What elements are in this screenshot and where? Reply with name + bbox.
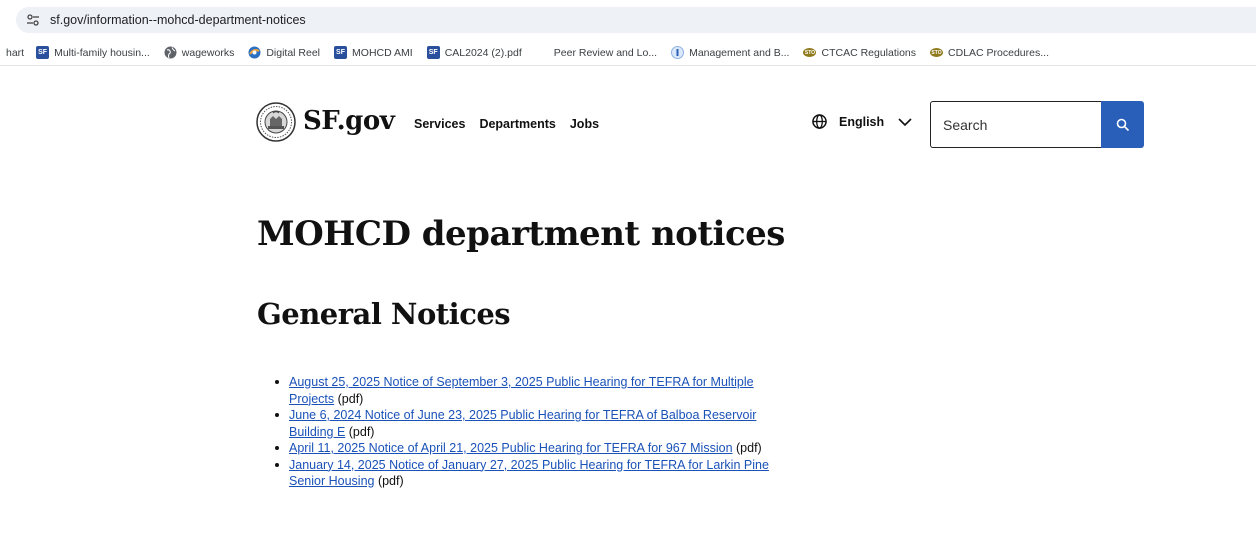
language-label: English: [839, 114, 885, 129]
bookmark-item[interactable]: SF MOHCD AMI: [334, 46, 413, 59]
search-icon: [1116, 118, 1129, 131]
url-omnibox[interactable]: sf.gov/information--mohcd-department-not…: [16, 7, 1256, 33]
language-selector[interactable]: English: [812, 114, 912, 129]
bookmark-label: Multi-family housin...: [54, 46, 150, 59]
bookmark-item[interactable]: Management and B...: [671, 46, 789, 59]
bullet-icon: [275, 446, 279, 450]
list-item: August 25, 2025 Notice of September 3, 2…: [273, 374, 773, 407]
globe-icon: [164, 46, 177, 59]
main-nav: Services Departments Jobs: [414, 117, 599, 131]
bookmark-label: CDLAC Procedures...: [948, 46, 1049, 59]
bullet-icon: [275, 413, 279, 417]
site-settings-icon[interactable]: [26, 13, 40, 27]
browser-address-bar: sf.gov/information--mohcd-department-not…: [0, 0, 1256, 36]
city-seal-icon[interactable]: [256, 102, 296, 142]
url-text[interactable]: sf.gov/information--mohcd-department-not…: [50, 13, 306, 27]
notices-list: August 25, 2025 Notice of September 3, 2…: [273, 374, 773, 490]
digital-reel-icon: [248, 46, 261, 59]
sto-icon: STO: [803, 48, 817, 57]
site-logo-text[interactable]: SF.gov: [303, 106, 395, 136]
bookmarks-bar: hart SF Multi-family housin... wageworks…: [0, 40, 1256, 66]
bookmark-label: Peer Review and Lo...: [553, 46, 658, 59]
chevron-down-icon: [898, 117, 912, 126]
file-type-label: (pdf): [345, 424, 375, 439]
bookmark-label: MOHCD AMI: [352, 46, 413, 59]
sto-icon: STO: [930, 48, 944, 57]
bookmark-item[interactable]: hart: [6, 47, 24, 59]
list-item: June 6, 2024 Notice of June 23, 2025 Pub…: [273, 407, 773, 440]
nav-departments[interactable]: Departments: [479, 117, 555, 131]
nav-services[interactable]: Services: [414, 117, 465, 131]
file-type-label: (pdf): [732, 441, 762, 455]
microsoft-icon: [536, 46, 549, 59]
bookmark-item[interactable]: wageworks: [164, 46, 235, 59]
list-item: January 14, 2025 Notice of January 27, 2…: [273, 457, 773, 490]
file-type-label: (pdf): [334, 391, 364, 406]
search-input[interactable]: [930, 101, 1101, 148]
bookmark-item[interactable]: Digital Reel: [248, 46, 320, 59]
bookmark-label: CTCAC Regulations: [821, 46, 917, 59]
nav-jobs[interactable]: Jobs: [570, 117, 599, 131]
bullet-icon: [275, 380, 279, 384]
globe-icon: [812, 114, 827, 129]
bookmark-item[interactable]: SF CAL2024 (2).pdf: [426, 46, 522, 59]
bookmark-item[interactable]: STO CDLAC Procedures...: [930, 47, 1049, 59]
bullet-icon: [275, 462, 279, 467]
bookmark-item[interactable]: STO CTCAC Regulations: [803, 47, 916, 59]
section-title: General Notices: [257, 297, 511, 331]
notice-link[interactable]: January 14, 2025 Notice of January 27, 2…: [289, 458, 769, 489]
search-button[interactable]: [1101, 101, 1144, 148]
sf-icon: SF: [334, 46, 348, 59]
sf-icon: SF: [426, 46, 440, 59]
site-header: SF.gov Services Departments Jobs English: [0, 68, 1256, 178]
list-item: April 11, 2025 Notice of April 21, 2025 …: [273, 440, 773, 457]
notice-link[interactable]: April 11, 2025 Notice of April 21, 2025 …: [289, 441, 733, 455]
circle-icon: [671, 46, 685, 59]
bookmark-item[interactable]: Peer Review and Lo...: [536, 46, 657, 59]
bookmark-label: wageworks: [181, 46, 235, 59]
search-box: [930, 101, 1144, 148]
bookmark-label: hart: [6, 46, 25, 59]
page-title: MOHCD department notices: [257, 214, 785, 254]
bookmark-item[interactable]: SF Multi-family housin...: [36, 46, 150, 59]
bookmark-label: CAL2024 (2).pdf: [444, 46, 522, 59]
bookmark-label: Digital Reel: [266, 46, 321, 59]
sf-icon: SF: [36, 46, 50, 59]
file-type-label: (pdf): [374, 474, 404, 488]
bookmark-label: Management and B...: [689, 46, 790, 59]
